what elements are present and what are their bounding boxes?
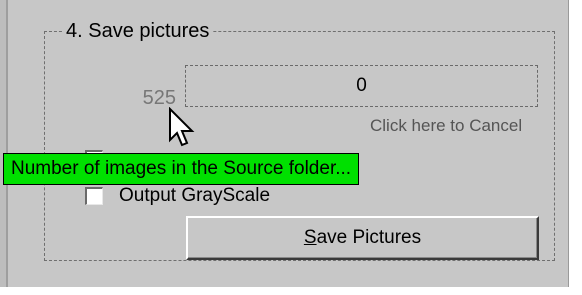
left-edge xyxy=(0,0,8,295)
save-button-mnemonic: S xyxy=(303,227,317,248)
checkbox-row-grayscale[interactable]: Output GrayScale xyxy=(85,185,270,207)
groupbox-title: 4. Save pictures xyxy=(62,19,214,43)
grayscale-checkbox[interactable] xyxy=(85,187,103,205)
bottom-border xyxy=(0,287,582,295)
progress-value: 0 xyxy=(356,75,367,96)
arrow-cursor-icon xyxy=(169,107,195,147)
save-pictures-button[interactable]: Save Pictures xyxy=(186,216,539,260)
right-border xyxy=(568,0,582,295)
cancel-hint: Click here to Cancel xyxy=(370,116,523,135)
save-button-label: ave Pictures xyxy=(316,227,422,248)
dialog-window: 4. Save pictures 525 0 Click here to Can… xyxy=(0,0,582,295)
grayscale-checkbox-label: Output GrayScale xyxy=(119,185,271,206)
image-count-tooltip: Number of images in the Source folder... xyxy=(3,153,360,185)
progress-cancel-box[interactable]: 0 xyxy=(185,65,538,107)
